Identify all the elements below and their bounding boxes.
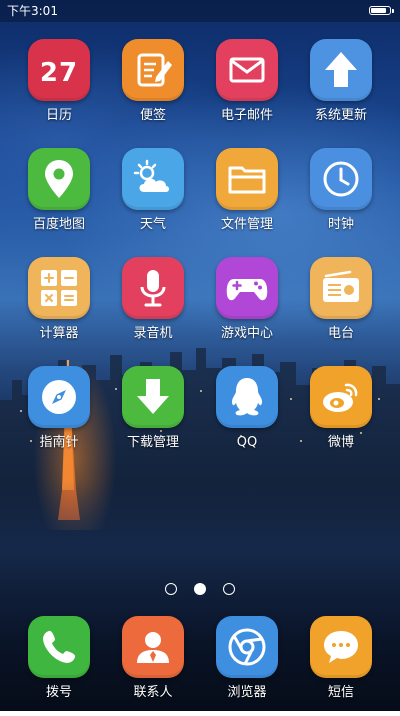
dock-phone[interactable]: 拨号 <box>12 616 106 716</box>
app-label: QQ <box>236 435 258 450</box>
qq-icon[interactable] <box>216 366 278 428</box>
app-qq[interactable]: QQ <box>200 366 294 466</box>
app-baidu-map[interactable]: 百度地图 <box>12 148 106 248</box>
app-weibo[interactable]: 微博 <box>294 366 388 466</box>
app-label: 时钟 <box>327 217 354 232</box>
compass-icon[interactable] <box>28 366 90 428</box>
phone-icon[interactable] <box>28 616 90 678</box>
app-label: 便签 <box>139 108 166 123</box>
page-indicator <box>0 583 400 597</box>
calendar-date: 27 <box>40 58 78 88</box>
browser-icon[interactable] <box>216 616 278 678</box>
app-row: 计算器 录音机 游戏中心 电台 <box>0 257 400 357</box>
status-time: 下午3:01 <box>7 4 58 18</box>
contacts-icon[interactable] <box>122 616 184 678</box>
folder-icon[interactable] <box>216 148 278 210</box>
page-dot-active[interactable] <box>194 583 206 595</box>
app-label: 指南针 <box>39 435 79 450</box>
app-system-update[interactable]: 系统更新 <box>294 39 388 139</box>
app-clock[interactable]: 时钟 <box>294 148 388 248</box>
app-recorder[interactable]: 录音机 <box>106 257 200 357</box>
page-dot[interactable] <box>223 583 235 595</box>
app-row: 27 日历 便签 电子邮件 系统更新 <box>0 39 400 139</box>
messages-icon[interactable] <box>310 616 372 678</box>
map-pin-icon[interactable] <box>28 148 90 210</box>
app-label: 微博 <box>327 435 354 450</box>
app-label: 电子邮件 <box>220 108 273 123</box>
page-dot[interactable] <box>165 583 177 595</box>
app-label: 计算器 <box>39 326 79 341</box>
app-label: 短信 <box>327 685 354 700</box>
radio-icon[interactable] <box>310 257 372 319</box>
download-icon[interactable] <box>122 366 184 428</box>
app-game-center[interactable]: 游戏中心 <box>200 257 294 357</box>
notes-icon[interactable] <box>122 39 184 101</box>
battery-tip <box>392 9 394 13</box>
weibo-icon[interactable] <box>310 366 372 428</box>
app-row: 指南针 下载管理 QQ 微博 <box>0 366 400 466</box>
app-label: 联系人 <box>133 685 173 700</box>
calendar-icon[interactable]: 27 <box>28 39 90 101</box>
app-calculator[interactable]: 计算器 <box>12 257 106 357</box>
microphone-icon[interactable] <box>122 257 184 319</box>
status-bar: 下午3:01 <box>0 0 400 22</box>
email-icon[interactable] <box>216 39 278 101</box>
app-label: 下载管理 <box>126 435 179 450</box>
battery-level <box>371 8 386 13</box>
battery-icon <box>369 6 391 15</box>
app-file-manager[interactable]: 文件管理 <box>200 148 294 248</box>
app-row: 百度地图 天气 文件管理 时钟 <box>0 148 400 248</box>
dock-browser[interactable]: 浏览器 <box>200 616 294 716</box>
app-label: 天气 <box>139 217 166 232</box>
dock-messages[interactable]: 短信 <box>294 616 388 716</box>
app-label: 百度地图 <box>32 217 85 232</box>
app-label: 游戏中心 <box>220 326 273 341</box>
app-radio[interactable]: 电台 <box>294 257 388 357</box>
app-label: 电台 <box>327 326 354 341</box>
app-label: 文件管理 <box>220 217 273 232</box>
dock-contacts[interactable]: 联系人 <box>106 616 200 716</box>
app-label: 拨号 <box>45 685 72 700</box>
gamepad-icon[interactable] <box>216 257 278 319</box>
system-update-icon[interactable] <box>310 39 372 101</box>
app-label: 系统更新 <box>314 108 367 123</box>
clock-icon[interactable] <box>310 148 372 210</box>
weather-icon[interactable] <box>122 148 184 210</box>
calculator-icon[interactable] <box>28 257 90 319</box>
app-label: 录音机 <box>133 326 173 341</box>
app-email[interactable]: 电子邮件 <box>200 39 294 139</box>
app-label: 浏览器 <box>227 685 267 700</box>
app-compass[interactable]: 指南针 <box>12 366 106 466</box>
app-weather[interactable]: 天气 <box>106 148 200 248</box>
dock: 拨号 联系人 浏览器 短信 <box>0 616 400 711</box>
app-label: 日历 <box>45 108 72 123</box>
app-calendar[interactable]: 27 日历 <box>12 39 106 139</box>
app-download-manager[interactable]: 下载管理 <box>106 366 200 466</box>
app-notes[interactable]: 便签 <box>106 39 200 139</box>
